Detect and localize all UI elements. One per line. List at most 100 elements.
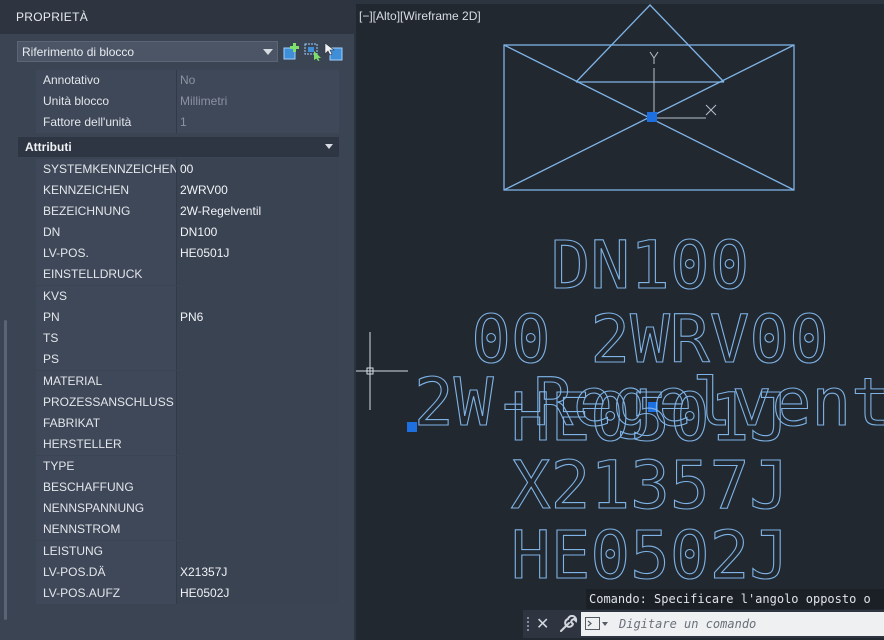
attribute-name: FABRIKAT (36, 413, 177, 434)
attribute-name: LV-POS.DÄ (36, 562, 177, 583)
palette-scrollbar[interactable] (4, 320, 7, 620)
attribute-row[interactable]: LEISTUNG (36, 541, 339, 562)
attribute-value[interactable] (177, 519, 339, 540)
attribute-name: DN (36, 222, 177, 243)
attribute-name: NENNSPANNUNG (36, 498, 177, 519)
property-name: Unità blocco (36, 91, 177, 112)
attribute-row[interactable]: KVS (36, 286, 339, 307)
palette-header: PROPRIETÀ (0, 0, 354, 34)
attribute-value[interactable]: DN100 (177, 222, 339, 243)
attribute-value[interactable]: X21357J (177, 562, 339, 583)
attribute-name: KVS (36, 286, 177, 307)
text-lvpos-aufz: HE0502J (511, 517, 789, 594)
text-dn: DN100 (551, 227, 750, 304)
attribute-value[interactable]: 2WRV00 (177, 180, 339, 201)
attribute-row[interactable]: BEZEICHNUNG 2W-Regelventil (36, 201, 339, 222)
attribute-row[interactable]: LV-POS.AUFZ HE0502J (36, 583, 339, 604)
attribute-value[interactable] (177, 541, 339, 562)
attribute-row[interactable]: TS (36, 328, 339, 349)
attribute-name: LV-POS. (36, 243, 177, 264)
attribute-value[interactable]: 00 (177, 159, 339, 180)
object-type-value: Riferimento di blocco (22, 45, 135, 59)
command-history: Comando: Specificare l'angolo opposto o (586, 589, 884, 609)
attribute-row[interactable]: NENNSPANNUNG (36, 498, 339, 519)
valve-block-geometry (503, 4, 795, 191)
text-lvpos-da: X21357J (511, 447, 789, 524)
drawing-viewport[interactable]: DN100 00 2WRV00 2W-Regelventil HE0501J X… (354, 0, 884, 640)
text-lvpos: HE0501J (511, 379, 789, 456)
command-line-bar: ✕ Digitare un comando (523, 610, 884, 638)
attribute-row[interactable]: MATERIAL (36, 371, 339, 392)
palette-title: PROPRIETÀ (16, 10, 89, 24)
attribute-value[interactable] (177, 413, 339, 434)
command-prompt-icon[interactable] (585, 617, 609, 631)
attribute-name: TYPE (36, 456, 177, 477)
attribute-row[interactable]: PROZESSANSCHLUSS (36, 392, 339, 413)
properties-palette: PROPRIETÀ Riferimento di blocco Annotati… (0, 0, 354, 640)
attribute-value[interactable] (177, 456, 339, 477)
attribute-name: BESCHAFFUNG (36, 477, 177, 498)
crosshair-cursor (356, 332, 408, 410)
property-row-unit-factor[interactable]: Fattore dell'unità 1 (36, 112, 339, 133)
attribute-texts: DN100 00 2WRV00 2W-Regelventil HE0501J X… (413, 226, 884, 594)
chevron-down-icon (263, 49, 273, 55)
attribute-value[interactable] (177, 392, 339, 413)
command-history-text: Comando: Specificare l'angolo opposto o (589, 592, 871, 606)
attributes-section-header[interactable]: Attributi (18, 137, 339, 157)
attribute-row[interactable]: PN PN6 (36, 307, 339, 328)
wrench-icon[interactable] (558, 615, 578, 633)
quick-select-icon[interactable] (304, 42, 323, 61)
attribute-value[interactable] (177, 328, 339, 349)
attribute-name: KENNZEICHEN (36, 180, 177, 201)
property-value: Millimetri (177, 91, 339, 112)
ucs-icon (649, 51, 717, 119)
attribute-value[interactable]: HE0502J (177, 583, 339, 604)
attribute-row[interactable]: LV-POS. HE0501J (36, 243, 339, 264)
attribute-row[interactable]: BESCHAFFUNG (36, 477, 339, 498)
attribute-name: HERSTELLER (36, 434, 177, 455)
attribute-value[interactable] (177, 498, 339, 519)
attribute-name: TS (36, 328, 177, 349)
attribute-row[interactable]: HERSTELLER (36, 434, 339, 455)
attribute-value[interactable]: PN6 (177, 307, 339, 328)
attribute-row[interactable]: DN DN100 (36, 222, 339, 243)
attribute-name: SYSTEMKENNZEICHEN (36, 159, 177, 180)
attribute-row[interactable]: TYPE (36, 456, 339, 477)
object-type-dropdown[interactable]: Riferimento di blocco (17, 41, 278, 62)
attribute-name: MATERIAL (36, 371, 177, 392)
grip-insertion-point[interactable] (647, 112, 657, 122)
attribute-row[interactable]: KENNZEICHEN 2WRV00 (36, 180, 339, 201)
attribute-row[interactable]: NENNSTROM (36, 519, 339, 540)
attribute-name: EINSTELLDRUCK (36, 264, 177, 285)
attribute-name: LV-POS.AUFZ (36, 583, 177, 604)
command-placeholder: Digitare un comando (619, 617, 757, 631)
property-row-annotative[interactable]: Annotativo No (36, 70, 339, 91)
attribute-row[interactable]: LV-POS.DÄ X21357J (36, 562, 339, 583)
property-value: No (177, 70, 339, 91)
attribute-value[interactable] (177, 371, 339, 392)
attribute-value[interactable] (177, 477, 339, 498)
add-to-selection-icon[interactable] (283, 42, 302, 61)
attribute-value[interactable]: 2W-Regelventil (177, 201, 339, 222)
attribute-name: PS (36, 349, 177, 370)
attribute-value[interactable] (177, 434, 339, 455)
autocad-window: PROPRIETÀ Riferimento di blocco Annotati… (0, 0, 884, 640)
attribute-value[interactable]: HE0501J (177, 243, 339, 264)
command-input[interactable]: Digitare un comando (581, 612, 884, 636)
drawing-canvas[interactable]: DN100 00 2WRV00 2W-Regelventil HE0501J X… (356, 0, 884, 640)
drag-grip-icon[interactable] (526, 616, 530, 632)
property-row-block-unit[interactable]: Unità blocco Millimetri (36, 91, 339, 112)
attribute-value[interactable] (177, 286, 339, 307)
viewport-controls-label[interactable]: [−][Alto][Wireframe 2D] (359, 9, 481, 23)
attribute-name: PN (36, 307, 177, 328)
attributes-section-label: Attributi (25, 140, 72, 154)
attribute-row[interactable]: FABRIKAT (36, 413, 339, 434)
select-objects-icon[interactable] (324, 42, 343, 61)
attribute-name: PROZESSANSCHLUSS (36, 392, 177, 413)
attribute-value[interactable] (177, 349, 339, 370)
attribute-row[interactable]: PS (36, 349, 339, 370)
attribute-row[interactable]: SYSTEMKENNZEICHEN 00 (36, 159, 339, 180)
attribute-value[interactable] (177, 264, 339, 285)
close-icon[interactable]: ✕ (536, 614, 549, 634)
attribute-row[interactable]: EINSTELLDRUCK (36, 264, 339, 285)
